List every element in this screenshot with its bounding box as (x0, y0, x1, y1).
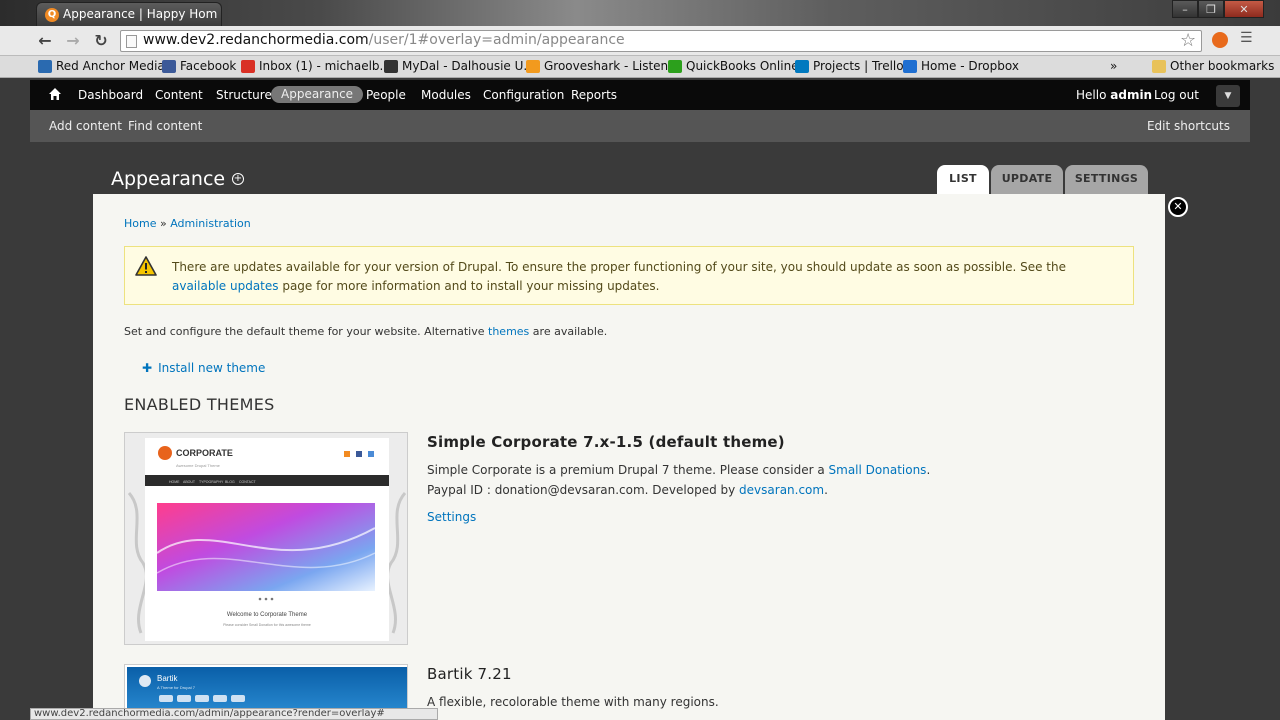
corporate-nav-home: HOME (169, 480, 180, 484)
breadcrumb-separator: » (159, 217, 167, 230)
tab-settings[interactable]: SETTINGS (1065, 165, 1148, 195)
logout-link[interactable]: Log out (1154, 88, 1199, 102)
page-title: Appearance (111, 168, 226, 190)
other-bookmarks-folder[interactable]: Other bookmarks (1152, 59, 1274, 73)
themes-link[interactable]: themes (488, 325, 529, 338)
theme-title-simple-corporate: Simple Corporate 7.x-1.5 (default theme) (427, 433, 785, 451)
red-anchor-favicon-icon (38, 60, 52, 73)
hello-user: Hello admin (1076, 88, 1153, 102)
drupal-favicon-icon: Q (45, 8, 59, 22)
url-path: /user/1#overlay=admin/appearance (368, 32, 625, 48)
corporate-welcome-text: Welcome to Corporate Theme (227, 612, 308, 618)
facebook-favicon-icon (162, 60, 176, 73)
browser-status-bar: www.dev2.redanchormedia.com/admin/appear… (30, 708, 438, 720)
shortcuts-bar: Add content Find content Edit shortcuts (30, 110, 1250, 142)
bookmark-gmail-inbox[interactable]: Inbox (1) - michaelb... (241, 59, 391, 73)
theme-description-bartik: A flexible, recolorable theme with many … (427, 695, 719, 709)
install-new-theme[interactable]: ✚ Install new theme (142, 361, 265, 375)
edit-shortcuts-link[interactable]: Edit shortcuts (1147, 119, 1230, 133)
theme-description-simple-corporate: Simple Corporate is a premium Drupal 7 t… (427, 463, 931, 477)
devsaran-link[interactable]: devsaran.com (739, 483, 824, 497)
browser-tab-strip: Q Appearance | Happy Hom – ❐ ✕ (0, 0, 1280, 26)
shortcut-add-content[interactable]: Add content (49, 119, 122, 133)
bookmark-facebook[interactable]: Facebook (162, 59, 236, 73)
breadcrumb-home[interactable]: Home (124, 217, 156, 230)
forward-arrow-icon[interactable]: → (62, 31, 84, 51)
extension-icon[interactable] (1212, 32, 1228, 48)
shortcut-find-content[interactable]: Find content (128, 119, 202, 133)
toolbar-structure[interactable]: Structure (216, 88, 272, 102)
install-new-theme-link[interactable]: Install new theme (158, 361, 265, 375)
toolbar-modules[interactable]: Modules (421, 88, 471, 102)
address-bar[interactable]: www.dev2.redanchormedia.com/user/1#overl… (120, 30, 1202, 52)
trello-favicon-icon (795, 60, 809, 73)
corporate-tagline: Awesome Drupal Theme (176, 463, 221, 468)
url-host: www.dev2.redanchormedia.com (143, 32, 369, 48)
toolbar-drawer-toggle[interactable]: ▼ (1216, 85, 1240, 107)
username[interactable]: admin (1110, 88, 1152, 102)
corporate-nav-contact: CONTACT (239, 480, 257, 484)
add-shortcut-icon[interactable]: + (232, 173, 244, 185)
minimize-icon[interactable]: – (1172, 0, 1198, 18)
update-warning-message: There are updates available for your ver… (124, 246, 1134, 305)
plus-icon: ✚ (142, 361, 153, 375)
browser-navbar: ← → ↻ www.dev2.redanchormedia.com/user/1… (0, 26, 1280, 56)
folder-icon (1152, 60, 1166, 73)
toolbar-configuration[interactable]: Configuration (483, 88, 564, 102)
quickbooks-favicon-icon (668, 60, 682, 73)
breadcrumb: Home » Administration (124, 217, 251, 230)
enabled-themes-heading: ENABLED THEMES (124, 395, 275, 414)
corporate-nav-typography: TYPOGRAPHY (199, 480, 224, 484)
settings-link-text[interactable]: Settings (427, 510, 476, 524)
tab-update[interactable]: UPDATE (991, 165, 1063, 195)
bookmarks-overflow-chevron[interactable]: » (1110, 59, 1117, 73)
browser-tab-title: Appearance | Happy Hom (63, 7, 218, 21)
bookmark-dropbox[interactable]: Home - Dropbox (903, 59, 1019, 73)
appearance-intro: Set and configure the default theme for … (124, 325, 608, 338)
toolbar-people[interactable]: People (366, 88, 406, 102)
bookmark-mydal[interactable]: MyDal - Dalhousie U... (384, 59, 535, 73)
window-close-icon[interactable]: ✕ (1224, 0, 1264, 18)
toolbar-reports[interactable]: Reports (571, 88, 617, 102)
reload-icon[interactable]: ↻ (90, 31, 112, 51)
tab-list[interactable]: LIST (937, 165, 989, 195)
overlay-close-icon[interactable]: ✕ (1168, 197, 1188, 217)
bookmark-red-anchor-media[interactable]: Red Anchor Media (38, 59, 165, 73)
back-arrow-icon[interactable]: ← (34, 31, 56, 51)
gmail-favicon-icon (241, 60, 255, 73)
theme-title-bartik: Bartik 7.21 (427, 665, 512, 683)
bookmark-quickbooks[interactable]: QuickBooks Online (668, 59, 799, 73)
breadcrumb-administration[interactable]: Administration (170, 217, 251, 230)
corporate-logo-text: CORPORATE (176, 448, 233, 458)
bartik-logo-text: Bartik (157, 674, 178, 683)
home-icon[interactable] (48, 87, 62, 101)
toolbar-content[interactable]: Content (155, 88, 203, 102)
browser-tab-active[interactable]: Q Appearance | Happy Hom (36, 2, 222, 26)
bookmarks-bar: Red Anchor Media Facebook Inbox (1) - mi… (0, 56, 1280, 78)
grooveshark-favicon-icon (526, 60, 540, 73)
theme-developer-simple-corporate: Paypal ID : donation@devsaran.com. Devel… (427, 483, 828, 497)
dropbox-favicon-icon (903, 60, 917, 73)
theme-screenshot-simple-corporate: CORPORATE Awesome Drupal Theme HOME ABOU… (124, 432, 408, 645)
page-icon (126, 35, 137, 48)
theme-settings-link[interactable]: Settings (427, 510, 476, 524)
warning-icon (135, 256, 157, 276)
bookmark-star-icon[interactable]: ☆ (1180, 30, 1196, 51)
available-updates-link[interactable]: available updates (172, 279, 279, 293)
bartik-slogan: A Theme for Drupal 7 (157, 685, 196, 690)
corporate-donation-note: Please consider Small Donation for this … (223, 623, 311, 627)
maximize-icon[interactable]: ❐ (1198, 0, 1224, 18)
corporate-nav-about: ABOUT (183, 480, 196, 484)
small-donations-link[interactable]: Small Donations (829, 463, 927, 477)
toolbar-appearance[interactable]: Appearance (271, 86, 364, 103)
wrench-menu-icon[interactable]: ☰ (1240, 30, 1253, 46)
drupal-admin-toolbar: Dashboard Content Structure Appearance P… (30, 80, 1250, 110)
bookmark-grooveshark[interactable]: Grooveshark - Listen... (526, 59, 680, 73)
toolbar-dashboard[interactable]: Dashboard (78, 88, 143, 102)
corporate-nav-blog: BLOG (225, 480, 235, 484)
dalhousie-favicon-icon (384, 60, 398, 73)
bookmark-trello[interactable]: Projects | Trello (795, 59, 904, 73)
